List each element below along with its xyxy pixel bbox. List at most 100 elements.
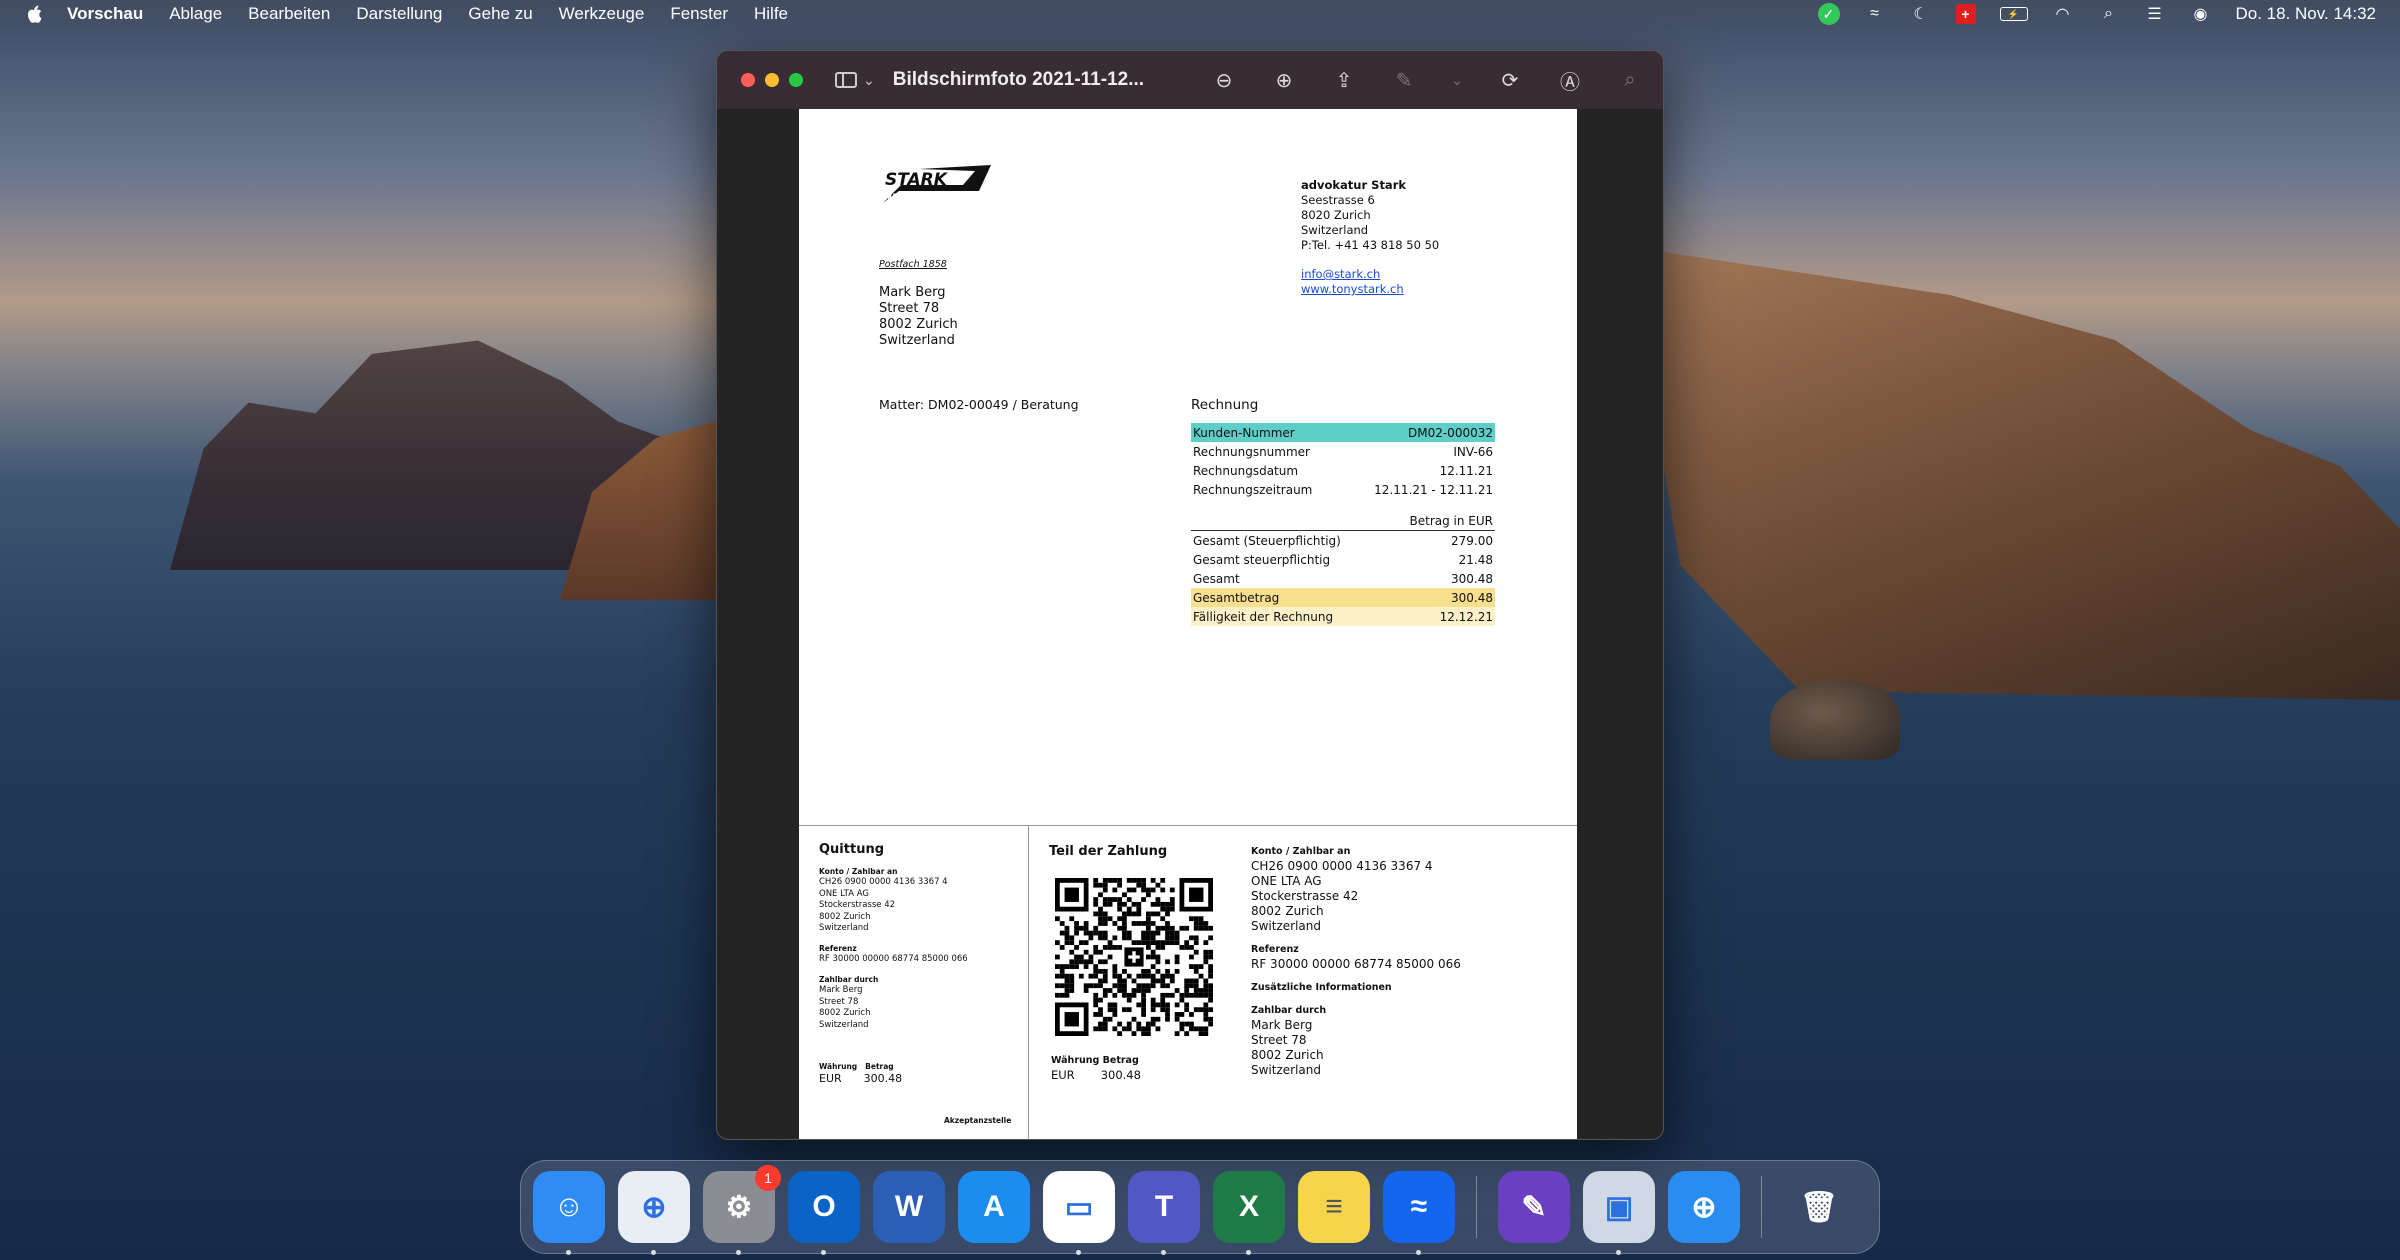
detail-row: Rechnungszeitraum 12.11.21 - 12.11.21 <box>1193 482 1493 497</box>
moon-icon[interactable]: ☾ <box>1910 5 1932 23</box>
receipt-iban: CH26 0900 0000 4136 3367 4 <box>819 877 948 887</box>
wifi-icon[interactable]: ◠ <box>2052 5 2074 23</box>
menu-gehe-zu[interactable]: Gehe zu <box>455 4 545 24</box>
payment-part-title: Teil der Zahlung <box>1049 844 1168 859</box>
app-store-icon: A <box>983 1190 1005 1223</box>
zoom-in-icon[interactable]: ⊕ <box>1271 67 1297 93</box>
recipient-country: Switzerland <box>879 333 955 348</box>
dock-app-excel[interactable]: X <box>1213 1171 1285 1255</box>
waves-status-icon[interactable]: ≈ <box>1864 5 1886 23</box>
payment-payee-country: Switzerland <box>1251 919 1321 933</box>
menu-fenster[interactable]: Fenster <box>657 4 741 24</box>
siri-icon[interactable]: ◉ <box>2190 5 2212 23</box>
checkmark-status-icon[interactable]: ✓ <box>1817 3 1840 25</box>
running-indicator <box>736 1250 741 1255</box>
due-date-row: Fälligkeit der Rechnung 12.12.21 <box>1191 607 1495 626</box>
word-icon: W <box>894 1190 924 1223</box>
acceptance-point: Akzeptanzstelle <box>944 1116 1012 1125</box>
dock-app-app-waves[interactable]: ≈ <box>1383 1171 1455 1255</box>
svg-text:STARK: STARK <box>885 170 949 190</box>
menubar-clock[interactable]: Do. 18. Nov. 14:32 <box>2236 4 2377 24</box>
rotate-icon[interactable]: ⟳ <box>1497 67 1523 93</box>
receipt-section: Quittung Konto / Zahlbar an CH26 0900 00… <box>819 842 968 1084</box>
spotlight-search-icon[interactable]: ⌕ <box>2098 5 2120 23</box>
postfach: Postfach 1858 <box>879 259 947 270</box>
payment-details: Konto / Zahlbar an CH26 0900 0000 4136 3… <box>1251 844 1461 1078</box>
svg-text:INDUSTRIES: INDUSTRIES <box>881 193 942 203</box>
dock-app-notes[interactable]: ≡ <box>1298 1171 1370 1243</box>
close-button[interactable] <box>741 73 755 87</box>
detail-row: Rechnungsdatum 12.11.21 <box>1193 463 1493 478</box>
preview-window: ⌄ Bildschirmfoto 2021-11-12... ⊖ ⊕ ⇪ ✎ ⌄… <box>716 50 1664 1140</box>
dock-app-trash[interactable]: 🗑 <box>1783 1171 1855 1243</box>
receipt-title: Quittung <box>819 842 885 857</box>
teams-icon: T <box>1154 1190 1174 1223</box>
dock-app-finder[interactable]: ☺ <box>533 1171 605 1255</box>
zoom-out-icon[interactable]: ⊖ <box>1211 67 1237 93</box>
document-page: STARK INDUSTRIES advokatur Stark Seestra… <box>799 109 1577 1139</box>
chevron-down-icon: ⌄ <box>863 71 875 88</box>
detail-row: Kunden-Nummer DM02-000032 <box>1191 423 1495 442</box>
dock-separator <box>1476 1176 1477 1238</box>
running-indicator <box>651 1250 656 1255</box>
menu-hilfe[interactable]: Hilfe <box>741 4 801 24</box>
menu-darstellung[interactable]: Darstellung <box>343 4 455 24</box>
total-row: Gesamt 300.48 <box>1193 571 1493 586</box>
search-icon[interactable]: ⌕ <box>1617 67 1643 93</box>
apple-menu-icon[interactable] <box>14 5 54 23</box>
trash-icon: 🗑 <box>1799 1190 1839 1224</box>
minimize-button[interactable] <box>765 73 779 87</box>
dock-app-sidecar[interactable]: ▭ <box>1043 1171 1115 1255</box>
dock-app-word[interactable]: W <box>873 1171 945 1243</box>
sender-website-link[interactable]: www.tonystark.ch <box>1301 282 1404 296</box>
menu-bearbeiten[interactable]: Bearbeiten <box>235 4 343 24</box>
system-preferences-icon: ⚙ <box>725 1190 753 1224</box>
battery-icon[interactable]: ⚡ <box>1999 7 2028 21</box>
detail-row: Rechnungsnummer INV-66 <box>1193 444 1493 459</box>
receipt-payer-street: Street 78 <box>819 996 859 1007</box>
invoice-heading: Rechnung <box>1191 397 1259 413</box>
chevron-down-icon[interactable]: ⌄ <box>1451 67 1463 93</box>
dock-app-app-store[interactable]: A <box>958 1171 1030 1243</box>
dock-separator <box>1761 1176 1762 1238</box>
dock-app-system-preferences[interactable]: ⚙ 1 <box>703 1165 781 1255</box>
payment-iban: CH26 0900 0000 4136 3367 4 <box>1251 859 1433 873</box>
payment-payee-city: 8002 Zurich <box>1251 904 1324 918</box>
receipt-payer-label: Zahlbar durch <box>819 974 879 984</box>
running-indicator <box>821 1250 826 1255</box>
zoom-button[interactable] <box>789 73 803 87</box>
menu-werkzeuge[interactable]: Werkzeuge <box>546 4 658 24</box>
receipt-payer-country: Switzerland <box>819 1019 869 1030</box>
receipt-reference: RF 30000 00000 68774 85000 066 <box>819 954 968 964</box>
sender-address: advokatur Stark Seestrasse 6 8020 Zurich… <box>1301 178 1439 297</box>
payment-currency-label: Währung <box>1051 1055 1100 1066</box>
payment-currency: EUR <box>1051 1068 1075 1082</box>
dock-app-feather-app[interactable]: ✎ <box>1498 1171 1570 1243</box>
receipt-currency-label: Währung <box>819 1062 858 1071</box>
share-icon[interactable]: ⇪ <box>1331 67 1357 93</box>
menu-ablage[interactable]: Ablage <box>156 4 235 24</box>
payment-reference: RF 30000 00000 68774 85000 066 <box>1251 957 1461 971</box>
recipient-name: Mark Berg <box>879 285 946 300</box>
running-indicator <box>566 1250 571 1255</box>
sender-email-link[interactable]: info@stark.ch <box>1301 267 1380 281</box>
dock-app-teams[interactable]: T <box>1128 1171 1200 1255</box>
receipt-payee-name: ONE LTA AG <box>819 888 869 899</box>
dock-app-safari-downloads[interactable]: ⊕ <box>1668 1171 1740 1243</box>
dock-app-safari[interactable]: ⊕ <box>618 1171 690 1255</box>
dock-app-outlook[interactable]: O <box>788 1171 860 1255</box>
swiss-flag-icon[interactable]: + <box>1955 4 1976 24</box>
sidecar-icon: ▭ <box>1064 1190 1094 1224</box>
markup-pen-icon[interactable]: ✎ <box>1391 67 1417 93</box>
safari-icon: ⊕ <box>641 1190 667 1224</box>
grand-total-row: Gesamtbetrag 300.48 <box>1191 588 1495 607</box>
dock-app-preview[interactable]: ▣ <box>1583 1171 1655 1255</box>
receipt-payer-city: 8002 Zurich <box>819 1008 871 1018</box>
markup-icon[interactable]: Ⓐ <box>1557 67 1583 94</box>
payment-payee-name: ONE LTA AG <box>1251 874 1322 888</box>
payment-amount-label: Betrag <box>1102 1055 1139 1066</box>
control-center-icon[interactable]: ☰ <box>2144 5 2166 23</box>
running-indicator <box>1416 1250 1421 1255</box>
menu-app-name[interactable]: Vorschau <box>54 4 156 24</box>
sidebar-toggle-button[interactable]: ⌄ <box>835 72 875 89</box>
